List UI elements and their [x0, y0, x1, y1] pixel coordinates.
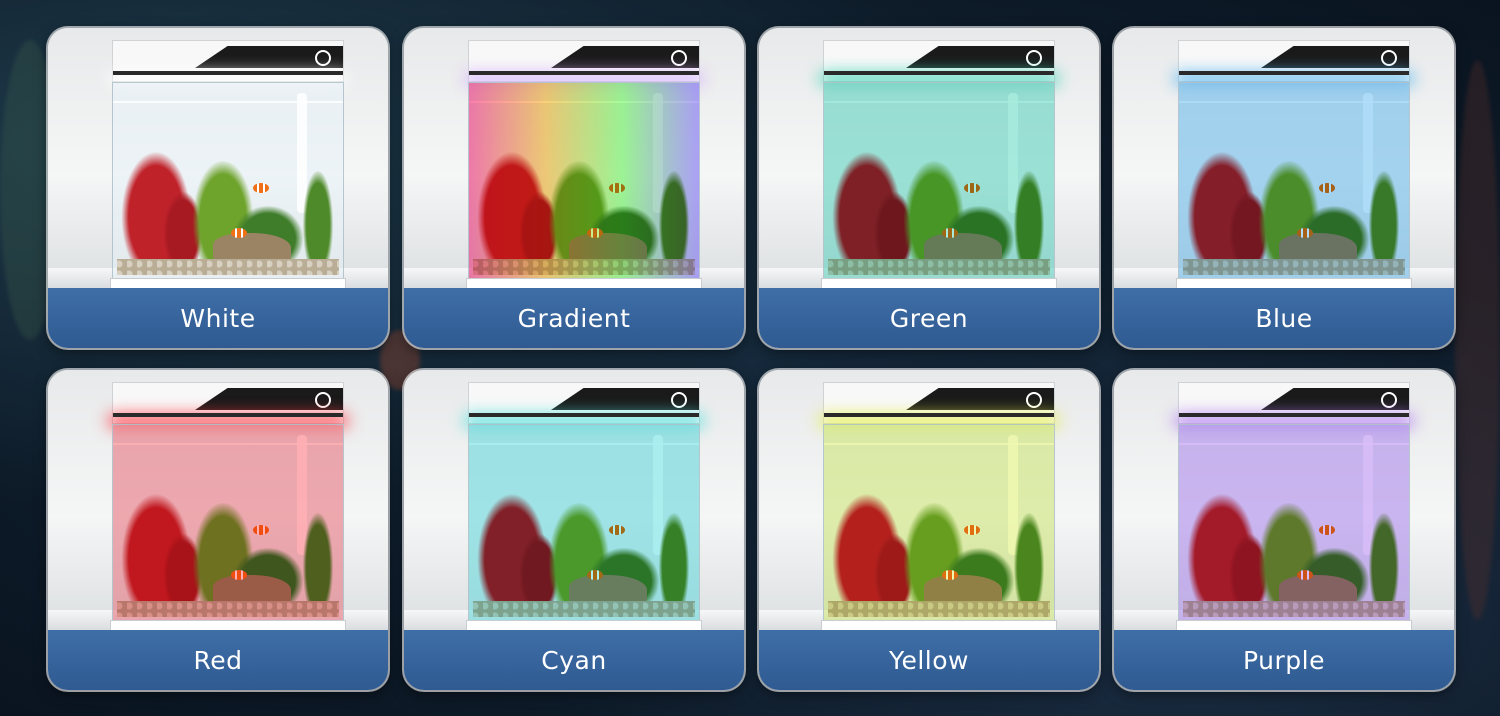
- mode-label: Cyan: [541, 645, 607, 675]
- power-button-icon: [1381, 50, 1397, 66]
- mode-label-bar: Cyan: [404, 630, 744, 690]
- mode-label-bar: Red: [48, 630, 388, 690]
- aquarium-tank: [821, 382, 1057, 634]
- background-coral: [1455, 60, 1500, 620]
- lid-strip: [469, 71, 699, 75]
- mode-label: Gradient: [517, 303, 631, 333]
- light-tint: [469, 425, 699, 623]
- tank-glass: [468, 82, 700, 282]
- tank-lid: [823, 40, 1055, 82]
- light-tint: [1179, 425, 1409, 623]
- tank-lid: [112, 382, 344, 424]
- tank-lid: [468, 40, 700, 82]
- tank-glass: [823, 82, 1055, 282]
- aquarium-tank: [821, 40, 1057, 292]
- tank-glass: [1178, 424, 1410, 624]
- lid-strip: [113, 413, 343, 417]
- mode-label-bar: White: [48, 288, 388, 348]
- aquarium-tank: [1176, 382, 1412, 634]
- tank-lid: [823, 382, 1055, 424]
- tank-glass: [468, 424, 700, 624]
- tank-glass: [1178, 82, 1410, 282]
- tank-lid: [112, 40, 344, 82]
- mode-label-bar: Green: [759, 288, 1099, 348]
- mode-label-bar: Yellow: [759, 630, 1099, 690]
- tank-glass: [823, 424, 1055, 624]
- power-button-icon: [1381, 392, 1397, 408]
- lid-strip: [824, 71, 1054, 75]
- aquarium-tank: [1176, 40, 1412, 292]
- light-mode-card-yellow: Yellow: [759, 370, 1099, 690]
- aquarium-tank: [110, 40, 346, 292]
- lid-strip: [1179, 413, 1409, 417]
- light-mode-card-white: White: [48, 28, 388, 348]
- mode-label-bar: Purple: [1114, 630, 1454, 690]
- mode-label: White: [180, 303, 256, 333]
- light-tint: [113, 425, 343, 623]
- mode-label-bar: Gradient: [404, 288, 744, 348]
- light-tint: [1179, 83, 1409, 281]
- aquarium-tank: [466, 40, 702, 292]
- mode-label: Purple: [1243, 645, 1325, 675]
- light-tint: [469, 83, 699, 281]
- tank-lid: [1178, 382, 1410, 424]
- mode-label-bar: Blue: [1114, 288, 1454, 348]
- aquarium-tank: [466, 382, 702, 634]
- power-button-icon: [1026, 392, 1042, 408]
- light-tint: [113, 83, 343, 281]
- power-button-icon: [315, 392, 331, 408]
- tank-glass: [112, 424, 344, 624]
- light-tint: [824, 425, 1054, 623]
- light-mode-card-gradient: Gradient: [404, 28, 744, 348]
- aquarium-tank: [110, 382, 346, 634]
- light-mode-card-blue: Blue: [1114, 28, 1454, 348]
- mode-label: Red: [193, 645, 243, 675]
- tank-glass: [112, 82, 344, 282]
- mode-label: Green: [889, 303, 969, 333]
- light-mode-card-green: Green: [759, 28, 1099, 348]
- mode-label: Blue: [1255, 303, 1313, 333]
- lid-strip: [824, 413, 1054, 417]
- power-button-icon: [671, 392, 687, 408]
- light-mode-card-red: Red: [48, 370, 388, 690]
- power-button-icon: [671, 50, 687, 66]
- tank-lid: [468, 382, 700, 424]
- power-button-icon: [315, 50, 331, 66]
- light-mode-card-purple: Purple: [1114, 370, 1454, 690]
- light-tint: [824, 83, 1054, 281]
- lid-strip: [113, 71, 343, 75]
- lid-strip: [469, 413, 699, 417]
- power-button-icon: [1026, 50, 1042, 66]
- lid-strip: [1179, 71, 1409, 75]
- tank-lid: [1178, 40, 1410, 82]
- mode-label: Yellow: [889, 645, 969, 675]
- light-mode-card-cyan: Cyan: [404, 370, 744, 690]
